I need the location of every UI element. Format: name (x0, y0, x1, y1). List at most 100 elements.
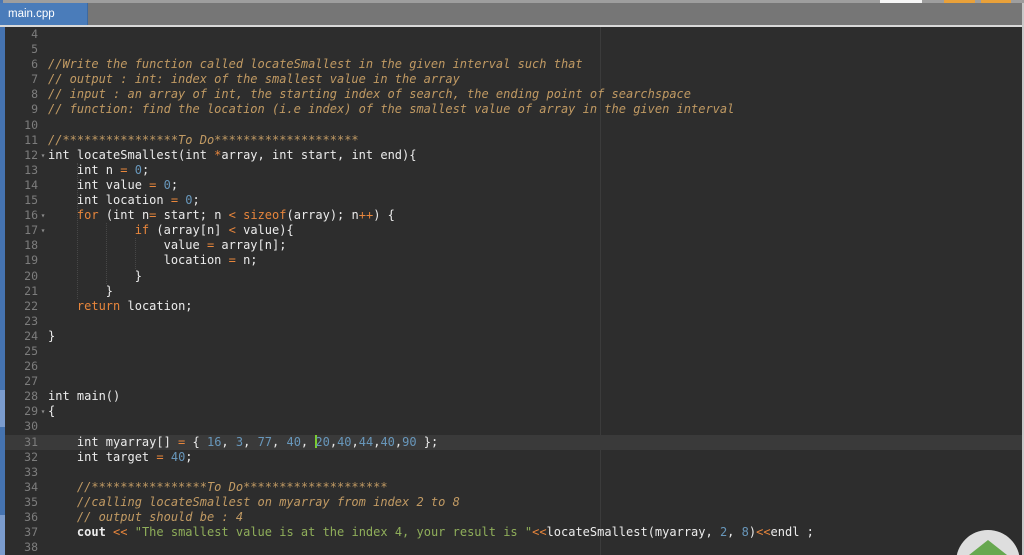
background-blue-fragment (0, 0, 3, 3)
code-line[interactable]: 26 (0, 359, 1022, 374)
gutter: 11 (0, 133, 48, 148)
code-line[interactable]: 29 ▾{ (0, 404, 1022, 419)
gutter: 17 ▾ (0, 223, 48, 238)
line-number: 33 (24, 464, 38, 479)
line-number: 37 (24, 525, 38, 540)
gutter: 30 (0, 419, 48, 434)
line-number: 29 (24, 404, 38, 419)
code-text: // function: find the location (i.e inde… (48, 102, 735, 117)
code-line[interactable]: 28 int main() (0, 389, 1022, 404)
background-orange-fragment (981, 0, 1011, 3)
code-line[interactable]: 5 (0, 42, 1022, 57)
tab-main-cpp[interactable]: main.cpp (0, 3, 88, 25)
gutter: 19 (0, 253, 48, 268)
gutter: 15 (0, 193, 48, 208)
code-line[interactable]: 15 int location = 0; (0, 193, 1022, 208)
gutter: 32 (0, 450, 48, 465)
code-line[interactable]: 14 int value = 0; (0, 178, 1022, 193)
gutter: 31 (0, 435, 48, 450)
code-line[interactable]: 35 //calling locateSmallest on myarray f… (0, 495, 1022, 510)
code-line[interactable]: 34 //****************To Do**************… (0, 480, 1022, 495)
code-line[interactable]: 16 ▾ for (int n= start; n < sizeof(array)… (0, 208, 1022, 223)
line-number: 35 (24, 494, 38, 509)
line-number: 16 (24, 208, 38, 223)
code-line[interactable]: 10 (0, 118, 1022, 133)
code-text: cout << "The smallest value is at the in… (76, 525, 814, 540)
line-number: 15 (24, 193, 38, 208)
code-area[interactable]: 4 5 6 //Write the function called locateSma… (0, 27, 1022, 555)
code-line[interactable]: 31 int myarray[] = { 16, 3, 77, 40, 20,4… (0, 434, 1022, 450)
code-line[interactable]: 25 (0, 344, 1022, 359)
gutter: 36 (0, 510, 48, 525)
gutter: 28 (0, 389, 48, 404)
code-line[interactable]: 23 (0, 314, 1022, 329)
code-text: int target = 40; (48, 449, 193, 464)
gutter: 10 (0, 118, 48, 133)
code-line[interactable]: 18 value = array[n]; (0, 238, 1022, 253)
line-number: 13 (24, 162, 38, 177)
code-text: int value = 0; (48, 177, 179, 192)
code-text: for (int n= start; n < sizeof(array); n+… (76, 208, 395, 223)
code-line[interactable]: 19 location = n; (0, 253, 1022, 268)
gutter: 20 (0, 269, 48, 284)
code-line[interactable]: 24} (0, 329, 1022, 344)
code-line[interactable]: 38 (0, 540, 1022, 555)
code-line[interactable]: 36 // output should be : 4 (0, 510, 1022, 525)
line-number: 11 (24, 132, 38, 147)
line-number: 17 (24, 223, 38, 238)
fold-arrow-icon[interactable]: ▾ (38, 148, 48, 163)
code-line[interactable]: 8 // input : an array of int, the startin… (0, 87, 1022, 102)
line-number: 14 (24, 177, 38, 192)
line-number: 18 (24, 238, 38, 253)
code-line[interactable]: 4 (0, 27, 1022, 42)
line-number: 12 (24, 147, 38, 162)
gutter: 4 (0, 27, 48, 42)
line-number: 5 (31, 42, 38, 57)
code-line[interactable]: 12 ▾ int locateSmallest(int *array, int st… (0, 148, 1022, 163)
gutter: 12 ▾ (0, 148, 48, 163)
code-text: //****************To Do*****************… (48, 132, 359, 147)
code-line[interactable]: 6 //Write the function called locateSmall… (0, 57, 1022, 72)
code-line[interactable]: 22 return location; (0, 299, 1022, 314)
tab-label: main.cpp (8, 8, 55, 20)
code-text: //calling locateSmallest on myarray from… (48, 494, 460, 509)
tab-bar: main.cpp (0, 3, 1024, 25)
fold-arrow-icon[interactable]: ▾ (38, 223, 48, 238)
code-text: } (48, 268, 142, 283)
code-line[interactable]: 9 // function: find the location (i.e ind… (0, 102, 1022, 117)
code-line[interactable]: 21 } (0, 284, 1022, 299)
code-line[interactable]: 32 int target = 40; (0, 450, 1022, 465)
code-line[interactable]: 7 // output : int: index of the smallest … (0, 72, 1022, 87)
fold-arrow-icon[interactable]: ▾ (38, 404, 48, 419)
code-line[interactable]: 30 (0, 419, 1022, 434)
code-line[interactable]: 13 int n = 0; (0, 163, 1022, 178)
code-text: return location; (76, 298, 193, 313)
fold-arrow-icon[interactable]: ▾ (38, 208, 48, 223)
code-line[interactable]: 27 (0, 374, 1022, 389)
gutter: 24 (0, 329, 48, 344)
line-number: 22 (24, 298, 38, 313)
line-number: 32 (24, 449, 38, 464)
code-line[interactable]: 20 } (0, 269, 1022, 284)
code-line[interactable]: 11 //****************To Do***************… (0, 133, 1022, 148)
gutter: 18 (0, 238, 48, 253)
code-editor[interactable]: 4 5 6 //Write the function called locateSma… (0, 27, 1022, 555)
code-line[interactable]: 37 cout << "The smallest value is at the… (0, 525, 1022, 540)
code-text: // input : an array of int, the starting… (48, 87, 691, 102)
code-line[interactable]: 17 ▾ if (array[n] < value){ (0, 223, 1022, 238)
background-window-left-edge-segment (0, 515, 5, 555)
code-line[interactable]: 33 (0, 465, 1022, 480)
